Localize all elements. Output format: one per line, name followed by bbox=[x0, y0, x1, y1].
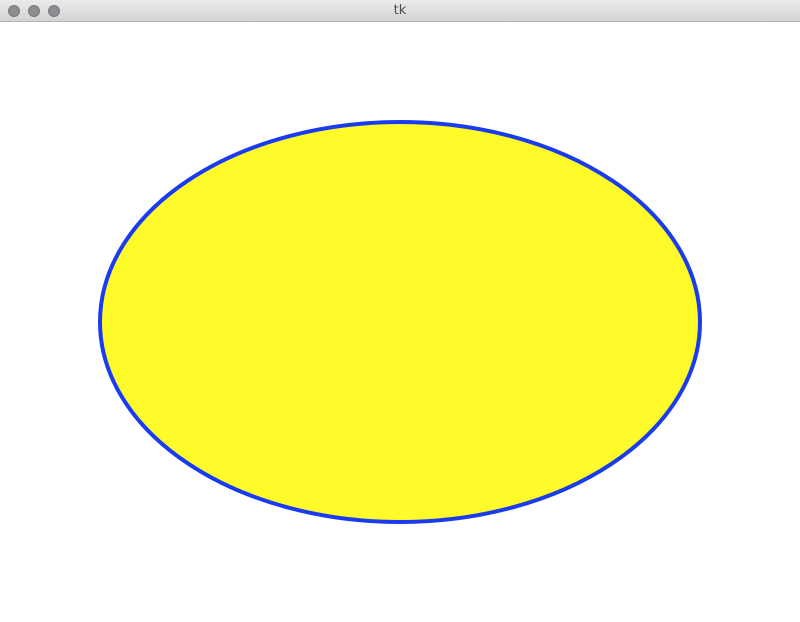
window-title: tk bbox=[393, 3, 407, 18]
canvas-svg bbox=[98, 120, 702, 524]
drawing-canvas[interactable] bbox=[0, 22, 800, 622]
yellow-oval bbox=[98, 120, 702, 524]
app-window: tk bbox=[0, 0, 800, 622]
title-bar[interactable]: tk bbox=[0, 0, 800, 22]
